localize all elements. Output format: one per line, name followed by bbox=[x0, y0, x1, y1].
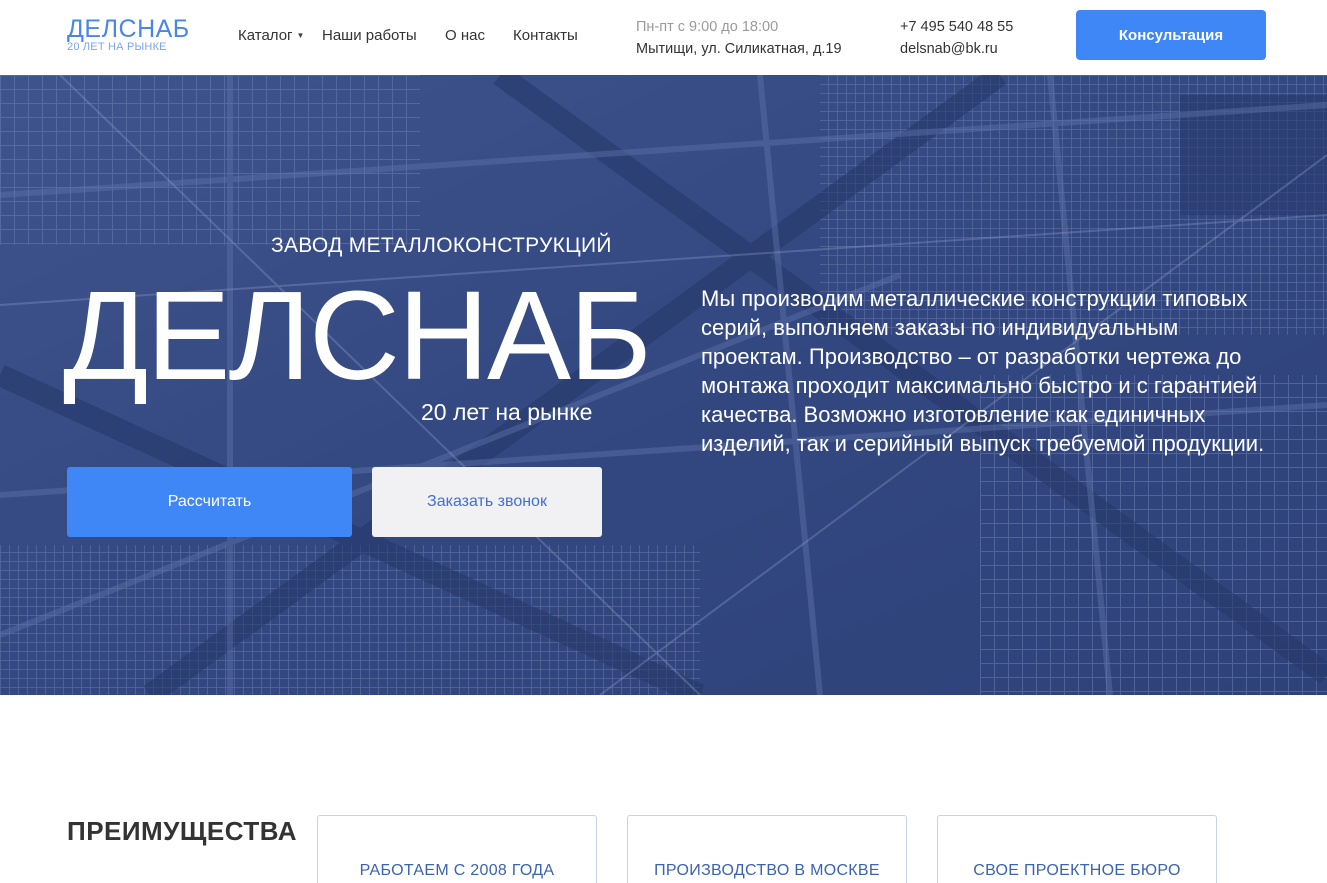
caret-down-icon: ▼ bbox=[296, 31, 305, 40]
working-hours-block: Пн-пт с 9:00 до 18:00 Мытищи, ул. Силика… bbox=[636, 16, 842, 60]
nav-item-catalog[interactable]: Каталог ▼ bbox=[238, 27, 322, 44]
advantage-card[interactable]: СВОЕ ПРОЕКТНОЕ БЮРО bbox=[937, 815, 1217, 883]
logo-title: ДЕЛСНАБ bbox=[67, 15, 190, 43]
email-link[interactable]: delsnab@bk.ru bbox=[900, 38, 1013, 60]
phone-link[interactable]: +7 495 540 48 55 bbox=[900, 16, 1013, 38]
site-header: ДЕЛСНАБ 20 ЛЕТ НА РЫНКЕ Каталог ▼ Наши р… bbox=[0, 0, 1327, 75]
hero-section: ЗАВОД МЕТАЛЛОКОНСТРУКЦИЙ ДЕЛСНАБ 20 лет … bbox=[0, 75, 1327, 695]
hero-description: Мы производим металлические конструкции … bbox=[701, 286, 1265, 456]
nav-catalog-label: Каталог bbox=[238, 27, 293, 44]
order-call-button[interactable]: Заказать звонок bbox=[372, 467, 602, 537]
advantage-card[interactable]: РАБОТАЕМ С 2008 ГОДА bbox=[317, 815, 597, 883]
advantage-card-label: РАБОТАЕМ С 2008 ГОДА bbox=[359, 862, 555, 879]
advantage-card[interactable]: ПРОИЗВОДСТВО В МОСКВЕ bbox=[627, 815, 907, 883]
logo[interactable]: ДЕЛСНАБ 20 ЛЕТ НА РЫНКЕ bbox=[67, 15, 190, 53]
nav-item-about[interactable]: О нас bbox=[445, 27, 513, 44]
working-hours: Пн-пт с 9:00 до 18:00 bbox=[636, 19, 779, 35]
contacts-block: +7 495 540 48 55 delsnab@bk.ru bbox=[900, 16, 1013, 60]
nav-item-contacts[interactable]: Контакты bbox=[513, 27, 578, 44]
advantage-card-label: СВОЕ ПРОЕКТНОЕ БЮРО bbox=[973, 862, 1181, 879]
address: Мытищи, ул. Силикатная, д.19 bbox=[636, 41, 842, 57]
main-nav: Каталог ▼ Наши работы О нас Контакты bbox=[238, 27, 578, 44]
hero-years: 20 лет на рынке bbox=[421, 399, 593, 425]
advantage-card-label: ПРОИЗВОДСТВО В МОСКВЕ bbox=[654, 862, 880, 879]
advantages-heading: ПРЕИМУЩЕСТВА bbox=[67, 816, 297, 846]
hero-title: ДЕЛСНАБ bbox=[63, 265, 652, 406]
consult-button[interactable]: Консультация bbox=[1076, 10, 1266, 60]
calculate-button[interactable]: Рассчитать bbox=[67, 467, 352, 537]
nav-item-works[interactable]: Наши работы bbox=[322, 27, 445, 44]
hero-kicker: ЗАВОД МЕТАЛЛОКОНСТРУКЦИЙ bbox=[271, 234, 612, 257]
